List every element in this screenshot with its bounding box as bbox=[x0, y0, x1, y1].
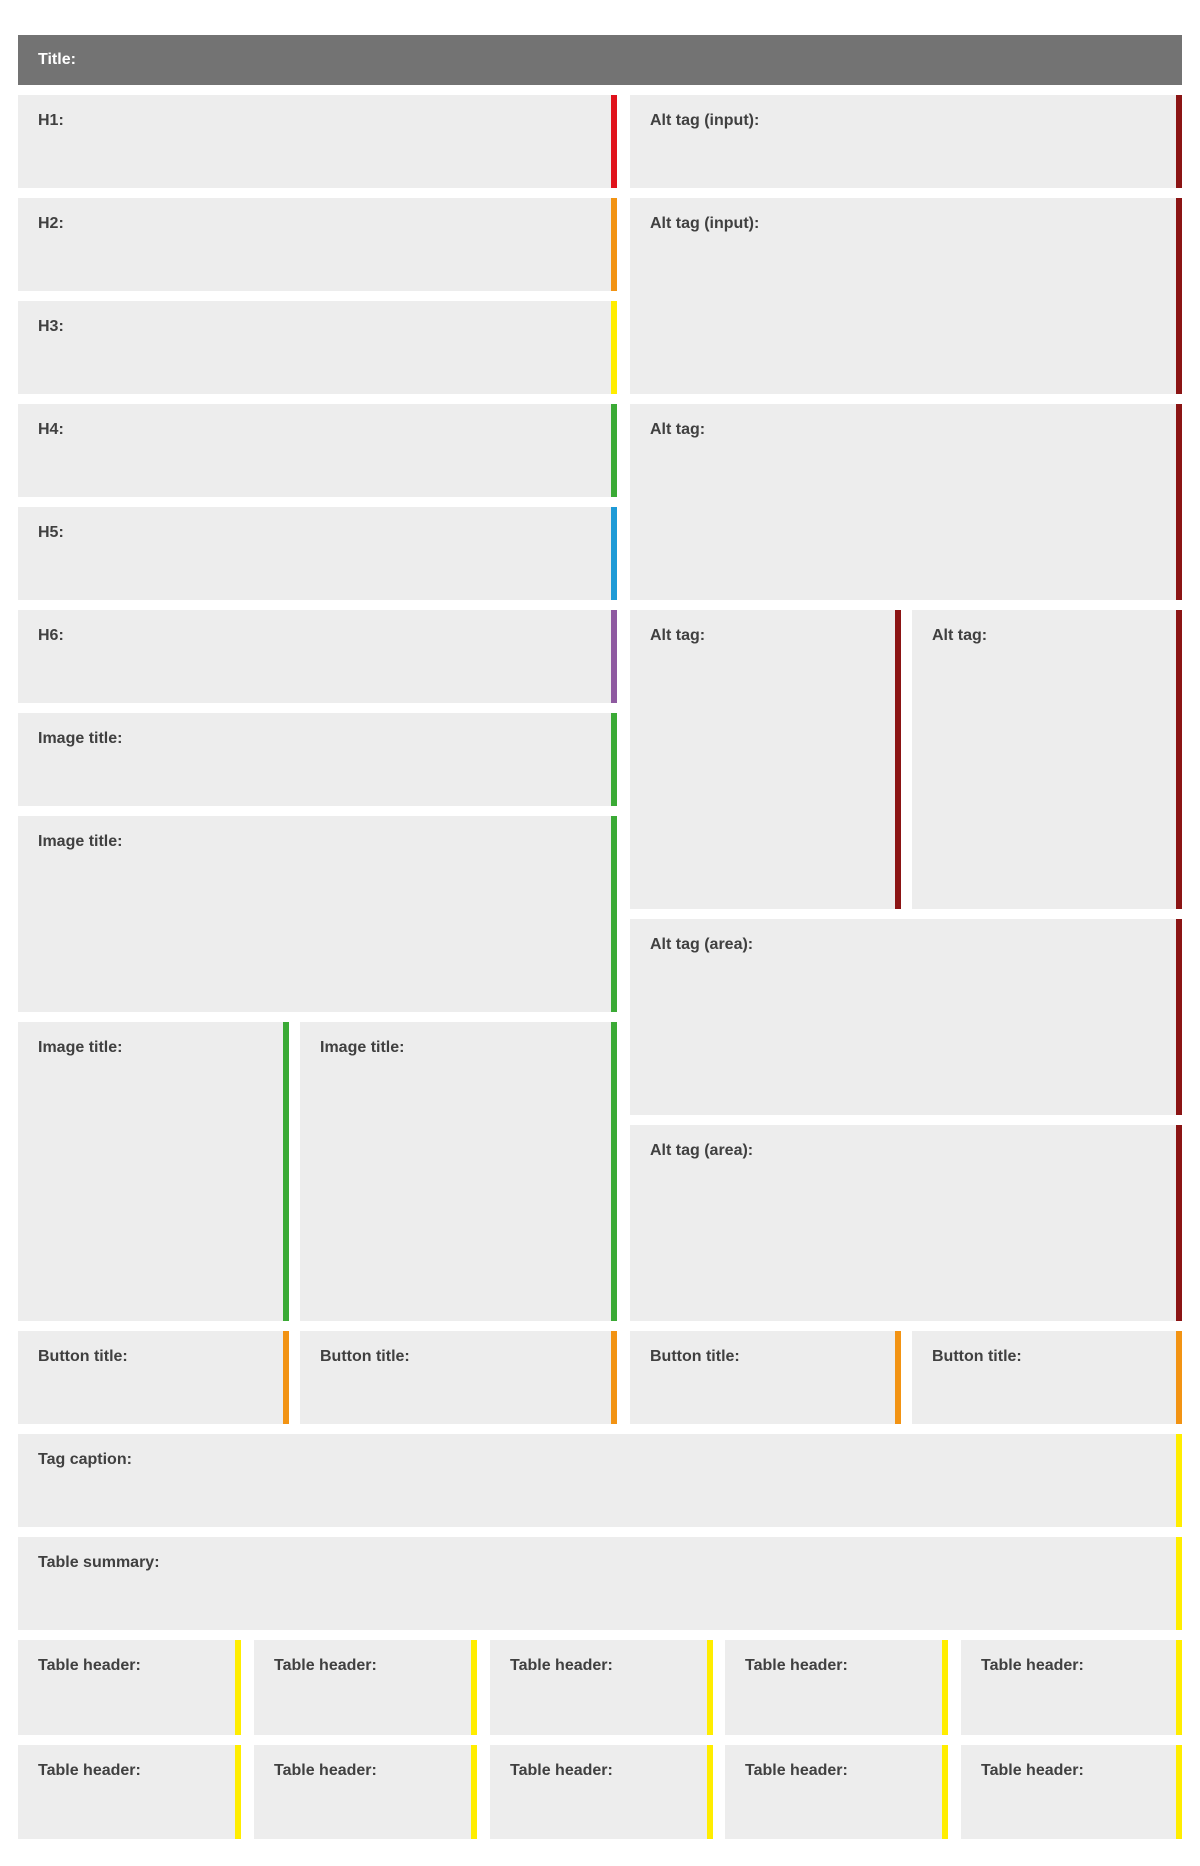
h2-label: H2: bbox=[38, 215, 64, 232]
table-header-field[interactable]: Table header: bbox=[725, 1640, 948, 1735]
alt-tag-input-field-2[interactable]: Alt tag (input): bbox=[630, 198, 1182, 394]
table-header-label: Table header: bbox=[981, 1657, 1084, 1674]
table-header-field[interactable]: Table header: bbox=[961, 1640, 1182, 1735]
h6-field[interactable]: H6: bbox=[18, 610, 617, 703]
h4-label: H4: bbox=[38, 421, 64, 438]
h5-field[interactable]: H5: bbox=[18, 507, 617, 600]
image-title-label-3: Image title: bbox=[38, 1039, 123, 1056]
tag-caption-field[interactable]: Tag caption: bbox=[18, 1434, 1182, 1527]
alt-tag-field-2[interactable]: Alt tag: bbox=[630, 610, 901, 909]
table-header-field[interactable]: Table header: bbox=[18, 1640, 241, 1735]
table-header-field[interactable]: Table header: bbox=[490, 1640, 713, 1735]
title-bar[interactable]: Title: bbox=[18, 35, 1182, 85]
button-title-label-2: Button title: bbox=[320, 1348, 410, 1365]
table-header-label: Table header: bbox=[38, 1657, 141, 1674]
alt-tag-field-1[interactable]: Alt tag: bbox=[630, 404, 1182, 600]
alt-tag-label-1: Alt tag: bbox=[650, 421, 706, 438]
image-title-field-1[interactable]: Image title: bbox=[18, 713, 617, 806]
table-header-label: Table header: bbox=[981, 1762, 1084, 1779]
alt-tag-area-field-1[interactable]: Alt tag (area): bbox=[630, 919, 1182, 1115]
button-title-field-3[interactable]: Button title: bbox=[630, 1331, 901, 1424]
h6-label: H6: bbox=[38, 627, 64, 644]
h3-label: H3: bbox=[38, 318, 64, 335]
image-title-field-2[interactable]: Image title: bbox=[18, 816, 617, 1012]
h3-field[interactable]: H3: bbox=[18, 301, 617, 394]
table-summary-field[interactable]: Table summary: bbox=[18, 1537, 1182, 1630]
image-title-label-1: Image title: bbox=[38, 730, 123, 747]
h1-field[interactable]: H1: bbox=[18, 95, 617, 188]
tag-caption-label: Tag caption: bbox=[38, 1451, 132, 1468]
alt-tag-area-label-2: Alt tag (area): bbox=[650, 1142, 754, 1159]
button-title-label-4: Button title: bbox=[932, 1348, 1022, 1365]
table-header-label: Table header: bbox=[38, 1762, 141, 1779]
image-title-field-3[interactable]: Image title: bbox=[18, 1022, 289, 1321]
image-title-label-2: Image title: bbox=[38, 833, 123, 850]
alt-tag-input-field-1[interactable]: Alt tag (input): bbox=[630, 95, 1182, 188]
button-title-field-1[interactable]: Button title: bbox=[18, 1331, 289, 1424]
image-title-field-4[interactable]: Image title: bbox=[300, 1022, 617, 1321]
alt-tag-area-label-1: Alt tag (area): bbox=[650, 936, 754, 953]
table-header-field[interactable]: Table header: bbox=[725, 1745, 948, 1839]
table-header-label: Table header: bbox=[745, 1657, 848, 1674]
table-header-field[interactable]: Table header: bbox=[18, 1745, 241, 1839]
alt-tag-area-field-2[interactable]: Alt tag (area): bbox=[630, 1125, 1182, 1321]
table-header-field[interactable]: Table header: bbox=[961, 1745, 1182, 1839]
table-header-label: Table header: bbox=[510, 1762, 613, 1779]
table-header-label: Table header: bbox=[745, 1762, 848, 1779]
table-header-field[interactable]: Table header: bbox=[254, 1745, 477, 1839]
h2-field[interactable]: H2: bbox=[18, 198, 617, 291]
alt-tag-field-3[interactable]: Alt tag: bbox=[912, 610, 1182, 909]
table-header-field[interactable]: Table header: bbox=[490, 1745, 713, 1839]
h4-field[interactable]: H4: bbox=[18, 404, 617, 497]
alt-tag-input-label-1: Alt tag (input): bbox=[650, 112, 760, 129]
table-header-label: Table header: bbox=[274, 1657, 377, 1674]
image-title-label-4: Image title: bbox=[320, 1039, 405, 1056]
button-title-label-1: Button title: bbox=[38, 1348, 128, 1365]
button-title-field-2[interactable]: Button title: bbox=[300, 1331, 617, 1424]
table-header-label: Table header: bbox=[274, 1762, 377, 1779]
alt-tag-input-label-2: Alt tag (input): bbox=[650, 215, 760, 232]
h1-label: H1: bbox=[38, 112, 64, 129]
h5-label: H5: bbox=[38, 524, 64, 541]
table-header-label: Table header: bbox=[510, 1657, 613, 1674]
table-summary-label: Table summary: bbox=[38, 1554, 160, 1571]
table-header-field[interactable]: Table header: bbox=[254, 1640, 477, 1735]
button-title-field-4[interactable]: Button title: bbox=[912, 1331, 1182, 1424]
title-label: Title: bbox=[38, 51, 76, 68]
alt-tag-label-2: Alt tag: bbox=[650, 627, 706, 644]
alt-tag-label-3: Alt tag: bbox=[932, 627, 988, 644]
button-title-label-3: Button title: bbox=[650, 1348, 740, 1365]
